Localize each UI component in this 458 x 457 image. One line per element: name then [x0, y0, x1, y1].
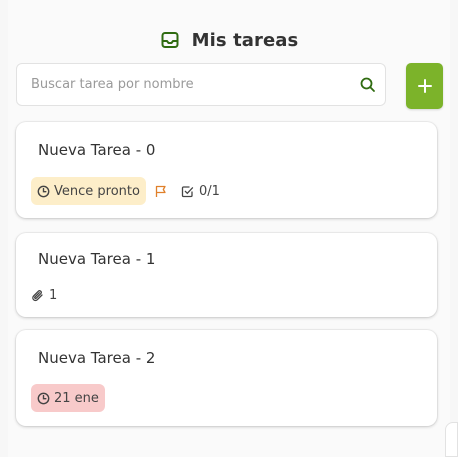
attachments-value: 1 — [49, 288, 58, 303]
task-title: Nueva Tarea - 1 — [38, 250, 156, 268]
search-box — [16, 63, 386, 106]
task-card[interactable]: Nueva Tarea - 0 Vence pronto 0/1 — [16, 122, 437, 218]
clock-icon — [37, 392, 50, 405]
task-card[interactable]: Nueva Tarea - 2 21 ene — [16, 330, 437, 426]
task-title: Nueva Tarea - 2 — [38, 349, 156, 367]
due-label: Vence pronto — [54, 183, 140, 199]
task-card[interactable]: Nueva Tarea - 1 1 — [16, 233, 437, 317]
panel-header: Mis tareas — [8, 26, 450, 54]
flag-icon — [154, 185, 167, 198]
clock-icon — [37, 185, 50, 198]
checklist-counter: 0/1 — [181, 184, 220, 199]
due-badge: Vence pronto — [31, 177, 146, 205]
due-label: 21 ene — [54, 390, 99, 406]
add-task-button[interactable] — [406, 63, 443, 109]
attachments-counter: 1 — [31, 288, 57, 303]
search-icon[interactable] — [359, 76, 377, 94]
plus-icon — [417, 79, 432, 93]
due-badge: 21 ene — [31, 384, 105, 412]
checklist-value: 0/1 — [198, 183, 220, 199]
checkbox-icon — [181, 185, 194, 198]
search-input[interactable] — [31, 64, 341, 105]
paperclip-icon — [31, 289, 44, 302]
task-title: Nueva Tarea - 0 — [38, 141, 156, 159]
inbox-icon — [160, 30, 180, 50]
tasks-panel: Mis tareas Nueva Tarea - 0 Vence pronto — [8, 0, 450, 457]
page-title: Mis tareas — [191, 29, 299, 51]
adjacent-panel-edge — [445, 422, 458, 457]
